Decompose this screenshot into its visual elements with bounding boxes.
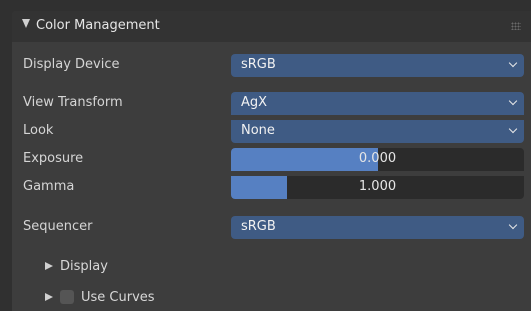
view-transform-value: AgX [241, 95, 268, 110]
display-device-value: sRGB [241, 57, 276, 72]
disclosure-triangle-right-icon[interactable] [45, 261, 53, 270]
view-transform-label: View Transform [23, 95, 123, 110]
display-device-label: Display Device [23, 57, 120, 72]
look-value: None [241, 123, 275, 138]
use-curves-checkbox[interactable] [60, 289, 74, 304]
color-management-panel: Color Management Display Device sRGB Vie… [12, 11, 531, 311]
subpanel-use-curves[interactable]: Use Curves [45, 289, 155, 305]
chevron-down-icon [508, 124, 518, 134]
subpanel-display[interactable]: Display [45, 259, 108, 274]
exposure-label: Exposure [23, 151, 84, 166]
sequencer-label: Sequencer [23, 219, 93, 234]
gamma-slider[interactable]: 1.000 [231, 176, 524, 199]
disclosure-triangle-right-icon[interactable] [45, 292, 53, 301]
subpanel-display-label: Display [60, 259, 108, 274]
look-label: Look [23, 123, 54, 138]
chevron-down-icon [508, 96, 518, 106]
look-dropdown[interactable]: None [231, 120, 524, 143]
exposure-value: 0.000 [358, 151, 397, 166]
chevron-down-icon [508, 220, 518, 230]
chevron-down-icon [508, 58, 518, 68]
panel-header-color-management[interactable]: Color Management [12, 11, 531, 42]
disclosure-triangle-down-icon[interactable] [22, 19, 30, 28]
use-curves-label: Use Curves [81, 290, 155, 305]
drag-handle-icon[interactable] [511, 22, 521, 30]
exposure-slider[interactable]: 0.000 [231, 148, 524, 171]
gamma-label: Gamma [23, 179, 75, 194]
sequencer-dropdown[interactable]: sRGB [231, 216, 524, 239]
view-transform-dropdown[interactable]: AgX [231, 92, 524, 115]
properties-editor: Color Management Display Device sRGB Vie… [0, 0, 531, 311]
gamma-value: 1.000 [358, 179, 397, 194]
sequencer-value: sRGB [241, 219, 276, 234]
panel-title: Color Management [36, 18, 160, 33]
display-device-dropdown[interactable]: sRGB [231, 54, 524, 77]
